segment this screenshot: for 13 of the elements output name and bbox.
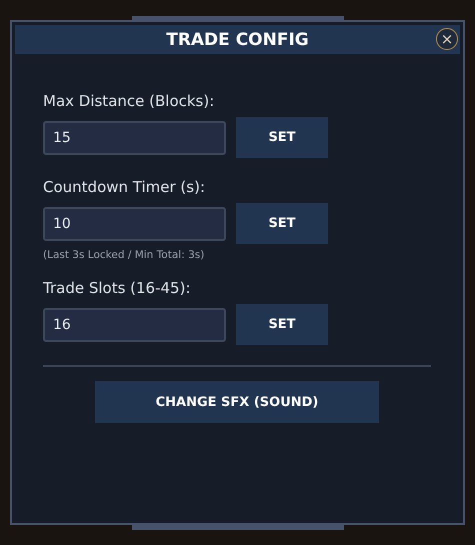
input-field[interactable]: 16	[43, 308, 226, 342]
change-sfx-button[interactable]: CHANGE SFX (SOUND)	[95, 381, 379, 423]
set-button[interactable]: SET	[236, 117, 328, 158]
hint-text: (Last 3s Locked / Min Total: 3s)	[43, 249, 206, 261]
input-field[interactable]: 10	[43, 206, 226, 240]
close-button[interactable]: ×	[436, 28, 458, 50]
field-label: Trade Slots (16-45):	[43, 279, 192, 297]
field-label: Countdown Timer (s):	[43, 178, 206, 196]
set-button[interactable]: SET	[236, 203, 328, 244]
set-button[interactable]: SET	[236, 304, 328, 345]
window-title: TRADE CONFIG	[166, 30, 309, 50]
input-field[interactable]: 15	[43, 120, 226, 154]
field-label: Max Distance (Blocks):	[43, 92, 216, 110]
